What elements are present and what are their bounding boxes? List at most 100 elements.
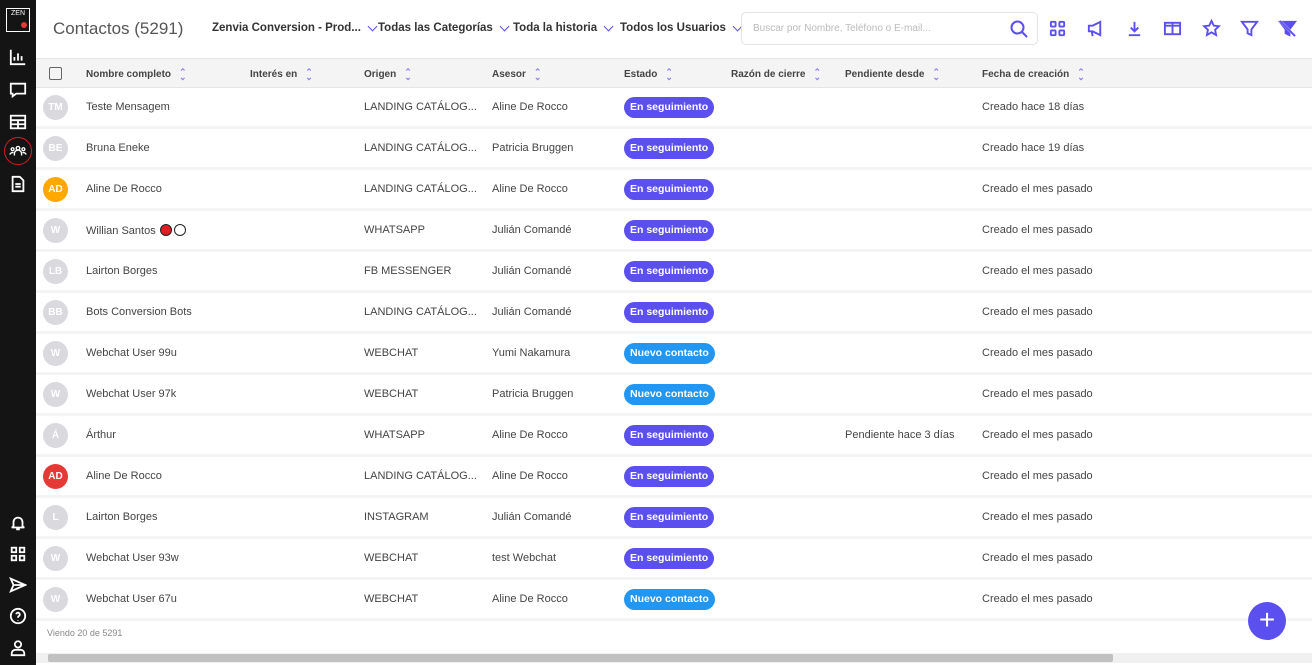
search-icon[interactable] [1009,19,1029,39]
column-header[interactable]: Asesor ⌃ ⌄ [492,67,542,81]
sort-icon[interactable]: ⌃ ⌄ [813,67,821,81]
created-date: Creado el mes pasado [982,183,1093,195]
column-header[interactable]: Pendiente desde ⌃ ⌄ [845,67,940,81]
sort-icon[interactable]: ⌃ ⌄ [534,67,542,81]
column-header[interactable]: Estado ⌃ ⌄ [624,67,673,81]
chart-icon[interactable] [5,44,31,70]
avatar: BE [43,136,68,161]
sort-icon[interactable]: ⌃ ⌄ [305,67,313,81]
column-header[interactable]: Interés en ⌃ ⌄ [250,67,313,81]
status-badge: En seguimiento [624,302,715,323]
origin: WHATSAPP [364,429,425,441]
contact-name[interactable]: Willian Santos [86,224,186,237]
created-date: Creado el mes pasado [982,552,1093,564]
contact-name[interactable]: Bots Conversion Bots [86,306,192,318]
document-icon[interactable] [5,171,31,197]
contact-name[interactable]: Aline De Rocco [86,183,162,195]
table-row[interactable]: W Webchat User 97k WEBCHAT Patricia Brug… [36,375,1312,416]
sort-icon[interactable]: ⌃ ⌄ [179,67,187,81]
status-badge: En seguimiento [624,179,715,200]
advisor: Julián Comandé [492,511,572,523]
column-header[interactable]: Origen ⌃ ⌄ [364,67,412,81]
advisor: Aline De Rocco [492,183,568,195]
chevron-down-icon [367,21,378,31]
origin: LANDING CATÁLOG... [364,101,477,113]
select-all-checkbox[interactable] [49,67,62,80]
status-badge: Nuevo contacto [624,589,715,610]
table-row[interactable]: W Willian Santos WHATSAPP Julián Comandé… [36,211,1312,252]
contact-name[interactable]: Teste Mensagem [86,101,170,113]
bell-icon[interactable] [5,510,31,536]
add-contact-button[interactable]: + [1248,602,1286,640]
clear-filter-icon[interactable] [1276,17,1298,39]
origin: INSTAGRAM [364,511,429,523]
origin: LANDING CATÁLOG... [364,306,477,318]
created-date: Creado el mes pasado [982,429,1093,441]
megaphone-icon[interactable] [1084,17,1106,39]
contact-name[interactable]: Aline De Rocco [86,470,162,482]
table-row[interactable]: W Webchat User 99u WEBCHAT Yumi Nakamura… [36,334,1312,375]
filter-icon[interactable] [1238,17,1260,39]
contact-name[interactable]: Webchat User 99u [86,347,177,359]
table-icon[interactable] [5,109,31,135]
chevron-down-icon [499,21,510,31]
table-row[interactable]: BB Bots Conversion Bots LANDING CATÁLOG.… [36,293,1312,334]
category-filter[interactable]: Todas las Categorías [378,21,511,34]
advisor: Julián Comandé [492,224,572,236]
horizontal-scrollbar[interactable] [36,653,1312,663]
sidebar: ZEN [0,0,36,665]
contact-name[interactable]: Webchat User 97k [86,388,176,400]
contact-name[interactable]: Lairton Borges [86,265,158,277]
account-filter[interactable]: Zenvia Conversion - Prod... [212,21,379,34]
contact-name[interactable]: Webchat User 67u [86,593,177,605]
users-filter[interactable]: Todos los Usuarios [620,21,744,34]
avatar: W [43,382,68,407]
sort-icon[interactable]: ⌃ ⌄ [404,67,412,81]
help-icon[interactable] [5,603,31,629]
user-icon[interactable] [5,635,31,661]
contact-name[interactable]: Árthur [86,429,116,441]
chat-icon[interactable] [5,77,31,103]
contacts-icon[interactable] [4,137,32,165]
history-filter[interactable]: Toda la historia [513,21,615,34]
created-date: Creado el mes pasado [982,347,1093,359]
send-icon[interactable] [5,572,31,598]
avatar: AD [43,177,68,202]
advisor: Yumi Nakamura [492,347,571,359]
column-header[interactable]: Fecha de creación ⌃ ⌄ [982,67,1085,81]
table-row[interactable]: W Webchat User 93w WEBCHAT test Webchat … [36,539,1312,580]
created-date: Creado el mes pasado [982,265,1093,277]
column-header[interactable]: Razón de cierre ⌃ ⌄ [731,67,821,81]
table-row[interactable]: AD Aline De Rocco LANDING CATÁLOG... Ali… [36,170,1312,211]
advisor: Aline De Rocco [492,429,568,441]
status-badge: Nuevo contacto [624,343,715,364]
contact-name[interactable]: Lairton Borges [86,511,158,523]
search-input[interactable]: Buscar por Nombre, Teléfono o E-mail... [741,12,1038,45]
apps-icon[interactable] [5,541,31,567]
column-header[interactable]: Nombre completo ⌃ ⌄ [86,67,187,81]
star-icon[interactable] [1200,17,1222,39]
status-badge: En seguimiento [624,507,715,528]
table-row[interactable]: Á Árthur WHATSAPP Aline De Rocco En segu… [36,416,1312,457]
status-badge: En seguimiento [624,261,715,282]
sort-icon[interactable]: ⌃ ⌄ [665,67,673,81]
origin: FB MESSENGER [364,265,452,277]
created-date: Creado el mes pasado [982,593,1093,605]
origin: LANDING CATÁLOG... [364,470,477,482]
table-row[interactable]: LB Lairton Borges FB MESSENGER Julián Co… [36,252,1312,293]
sort-icon[interactable]: ⌃ ⌄ [932,67,940,81]
contact-name[interactable]: Bruna Eneke [86,142,150,154]
table-row[interactable]: BE Bruna Eneke LANDING CATÁLOG... Patric… [36,129,1312,170]
avatar: W [43,341,68,366]
columns-icon[interactable] [1161,17,1183,39]
sort-icon[interactable]: ⌃ ⌄ [1077,67,1085,81]
logo[interactable]: ZEN [6,8,30,32]
table-row[interactable]: TM Teste Mensagem LANDING CATÁLOG... Ali… [36,88,1312,129]
table-row[interactable]: L Lairton Borges INSTAGRAM Julián Comand… [36,498,1312,539]
advisor: test Webchat [492,552,556,564]
grid-icon[interactable] [1046,17,1068,39]
table-row[interactable]: AD Aline De Rocco LANDING CATÁLOG... Ali… [36,457,1312,498]
table-row[interactable]: W Webchat User 67u WEBCHAT Aline De Rocc… [36,580,1312,621]
contact-name[interactable]: Webchat User 93w [86,552,179,564]
download-icon[interactable] [1123,17,1145,39]
